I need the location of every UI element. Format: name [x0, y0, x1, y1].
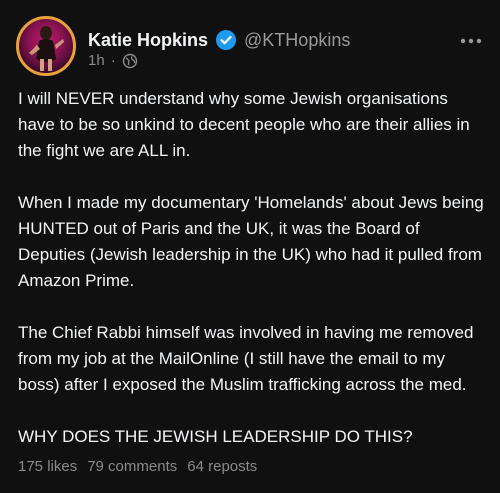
more-options-icon[interactable] [460, 32, 482, 44]
globe-icon [122, 53, 138, 69]
post-stats: 175 likes 79 comments 64 reposts [18, 458, 257, 475]
post-paragraph: When I made my documentary 'Homelands' a… [18, 193, 484, 290]
post-header: Katie Hopkins @KTHopkins [88, 26, 484, 54]
comments-count[interactable]: 79 comments [87, 458, 177, 475]
post-body: I will NEVER understand why some Jewish … [18, 86, 488, 476]
post-paragraph: I will NEVER understand why some Jewish … [18, 89, 470, 160]
post-paragraph: The Chief Rabbi himself was involved in … [18, 323, 474, 394]
meta-separator: · [110, 52, 116, 69]
verified-badge-icon [216, 30, 237, 50]
avatar-figure-icon [29, 26, 64, 71]
reposts-count[interactable]: 64 reposts [187, 458, 257, 475]
post-card: Katie Hopkins @KTHopkins 1h · I will NEV… [0, 0, 500, 493]
post-meta: 1h · [88, 52, 138, 69]
avatar[interactable] [16, 16, 76, 76]
author-handle[interactable]: @KTHopkins [244, 30, 350, 51]
author-name[interactable]: Katie Hopkins [88, 30, 208, 51]
post-time[interactable]: 1h [88, 52, 105, 69]
post-paragraph: WHY DOES THE JEWISH LEADERSHIP DO THIS? [18, 427, 413, 446]
likes-count[interactable]: 175 likes [18, 458, 77, 475]
